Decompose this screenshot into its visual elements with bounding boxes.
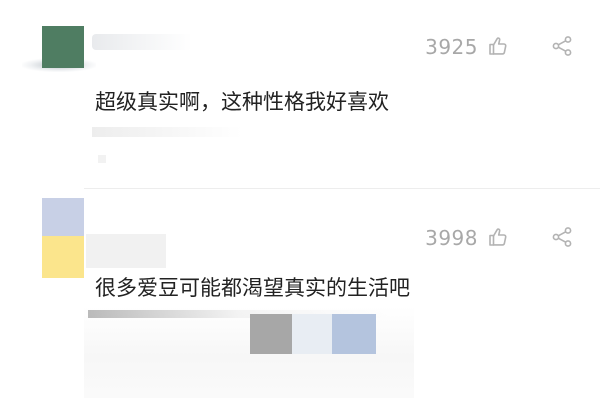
like-count: 3998 (425, 226, 478, 250)
comment-item: 3925 超级真实啊，这种性格我好喜欢 (0, 0, 600, 188)
share-icon[interactable] (551, 226, 573, 248)
username-blurred[interactable] (86, 234, 166, 268)
blurred-content (98, 155, 106, 163)
share-icon[interactable] (551, 35, 573, 57)
like-count: 3925 (425, 35, 478, 59)
avatar[interactable] (42, 26, 84, 68)
divider (84, 188, 600, 189)
media-thumbnail[interactable] (250, 314, 292, 354)
comment-text: 很多爱豆可能都渴望真实的生活吧 (95, 276, 410, 300)
thumbs-up-icon[interactable] (487, 35, 509, 57)
blurred-content (92, 127, 242, 137)
comment-item: 3998 很多爱豆可能都渴望真实的生活吧 (0, 190, 600, 402)
avatar[interactable] (42, 198, 84, 278)
comment-text: 超级真实啊，这种性格我好喜欢 (95, 90, 389, 114)
username-blurred[interactable] (92, 34, 192, 50)
media-thumbnail[interactable] (292, 314, 332, 354)
thumbs-up-icon[interactable] (487, 226, 509, 248)
media-thumbnail[interactable] (332, 314, 376, 354)
